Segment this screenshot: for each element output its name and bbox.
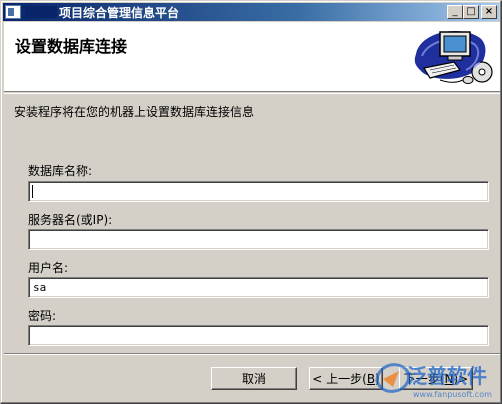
footer-divider-highlight [4,354,500,355]
watermark-url: www.fanpusoft.com [413,390,492,399]
server-label: 服务器名(或IP): [28,213,113,227]
next-accel: N [444,371,454,386]
window-title: 项目综合管理信息平台 [59,5,180,20]
header-divider [4,93,500,94]
cancel-button[interactable]: 取消 [211,367,297,390]
back-accel: B [366,371,376,386]
close-button[interactable]: × [481,5,497,19]
installer-window: 项目综合管理信息平台 _ □ × 设置数据库连接 安装程序将在您的机器上设置数据… [0,0,502,404]
cancel-label: 取消 [241,372,266,386]
wizard-header: 设置数据库连接 [4,22,500,92]
app-icon [5,5,21,19]
text-caret [32,185,33,198]
next-button[interactable]: 下一步(N) > [399,367,473,390]
page-title: 设置数据库连接 [15,37,128,56]
title-bar[interactable]: 项目综合管理信息平台 _ □ × [3,3,499,21]
intro-text: 安装程序将在您的机器上设置数据库连接信息 [14,105,255,119]
next-label: 下一步 [403,372,440,386]
redacted-title-part [25,6,57,18]
password-input[interactable] [28,325,489,346]
password-label: 密码: [28,309,57,323]
back-button[interactable]: < 上一步(B) [309,367,383,390]
maximize-button[interactable]: □ [463,5,479,19]
db-name-label: 数据库名称: [28,164,93,178]
username-label: 用户名: [28,261,69,275]
db-name-input[interactable] [28,181,489,202]
next-suffix: > [458,371,469,386]
back-label: < 上一步 [312,372,363,386]
window-controls: _ □ × [447,5,497,19]
username-input[interactable] [28,277,489,298]
server-input[interactable] [28,229,489,250]
computer-install-icon [414,31,493,84]
minimize-button[interactable]: _ [447,5,463,19]
